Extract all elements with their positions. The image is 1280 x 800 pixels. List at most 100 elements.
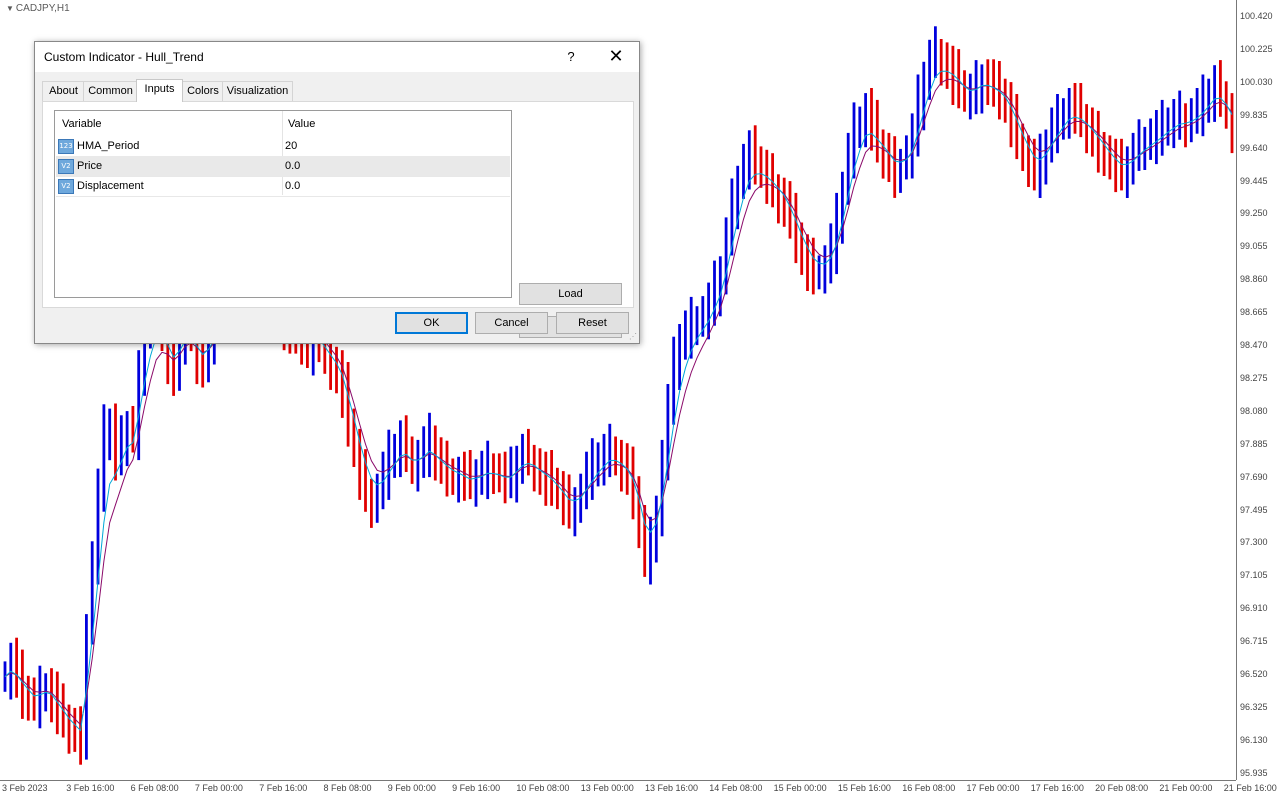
time-tick-label: 15 Feb 16:00 <box>837 783 891 793</box>
price-tick-label: 97.495 <box>1240 504 1268 515</box>
custom-indicator-dialog[interactable]: Custom Indicator - Hull_Trend ? ✕ About … <box>34 41 640 344</box>
tab-visualization[interactable]: Visualization <box>222 81 293 101</box>
resize-grip-icon[interactable]: ⋰ <box>629 333 637 341</box>
bull-bar <box>1056 94 1059 154</box>
bear-bar <box>963 70 966 112</box>
price-tick-label: 98.860 <box>1240 274 1268 285</box>
bull-bar <box>1149 118 1152 160</box>
bull-bar <box>1125 146 1129 198</box>
dialog-title: Custom Indicator - Hull_Trend <box>44 50 204 64</box>
price-tick-label: 99.640 <box>1240 142 1268 153</box>
table-row[interactable]: V2 Price 0.0 <box>56 156 510 177</box>
bull-bar <box>573 487 577 537</box>
table-row[interactable]: 123 HMA_Period 20 <box>56 136 510 157</box>
bear-bar <box>532 444 536 492</box>
bear-bar <box>1114 138 1118 193</box>
bear-bar <box>561 471 565 526</box>
bear-bar <box>172 338 175 396</box>
time-axis[interactable]: 3 Feb 2023 3 Feb 16:00 6 Feb 08:00 7 Feb 00… <box>0 780 1280 800</box>
bear-bar <box>1015 94 1019 160</box>
bull-bar <box>707 282 710 340</box>
column-header-variable[interactable]: Variable <box>62 111 102 135</box>
bull-bar <box>835 192 838 275</box>
bull-bar <box>399 420 402 478</box>
bull-bar <box>590 438 594 500</box>
ok-button[interactable]: OK <box>395 312 468 334</box>
bull-bar <box>1195 88 1199 134</box>
bear-bar <box>614 436 617 476</box>
bull-bar <box>660 439 664 537</box>
bull-bar <box>608 423 612 478</box>
chart-menu-triangle-icon[interactable]: ▼ <box>6 4 14 13</box>
tab-common[interactable]: Common <box>83 81 138 101</box>
bear-bar <box>992 59 995 107</box>
bull-bar <box>108 408 112 461</box>
load-button[interactable]: Load <box>519 283 622 305</box>
integer-type-icon: 123 <box>58 139 74 154</box>
time-tick-label: 7 Feb 00:00 <box>194 783 243 793</box>
bear-bar <box>887 132 891 182</box>
variable-value[interactable]: 0.0 <box>285 156 300 176</box>
time-tick-label: 20 Feb 08:00 <box>1095 783 1149 793</box>
bull-bar <box>509 446 513 499</box>
dialog-titlebar[interactable]: Custom Indicator - Hull_Trend ? ✕ <box>35 42 639 72</box>
bear-bar <box>538 448 542 495</box>
time-tick-label: 17 Feb 00:00 <box>966 783 1020 793</box>
bull-bar <box>1178 90 1182 140</box>
bear-bar <box>445 440 449 497</box>
bear-bar <box>1073 83 1077 134</box>
price-tick-label: 100.030 <box>1240 76 1273 87</box>
double-type-icon: V2 <box>58 159 74 174</box>
bull-bar <box>1044 129 1048 185</box>
time-tick-label: 21 Feb 00:00 <box>1159 783 1213 793</box>
bear-bar <box>1091 107 1094 157</box>
bull-bar <box>585 451 588 510</box>
inputs-panel: Variable Value 123 HMA_Period 20 V2 Pric… <box>42 101 634 338</box>
bear-bar <box>1009 82 1013 148</box>
symbol-text: CADJPY,H1 <box>15 3 70 14</box>
bull-bar <box>980 64 984 114</box>
variable-value[interactable]: 0.0 <box>285 176 300 196</box>
price-tick-label: 97.885 <box>1240 438 1268 449</box>
table-row[interactable]: V2 Displacement 0.0 <box>56 176 510 197</box>
bull-bar <box>1038 133 1042 198</box>
bear-bar <box>1096 110 1100 173</box>
bull-bar <box>1160 99 1164 156</box>
cancel-button[interactable]: Cancel <box>475 312 548 334</box>
bull-bar <box>1166 107 1170 146</box>
bull-bar <box>1207 78 1211 123</box>
variable-value[interactable]: 20 <box>285 136 297 156</box>
time-tick-label: 10 Feb 08:00 <box>516 783 570 793</box>
bear-bar <box>1230 93 1234 154</box>
reset-button[interactable]: Reset <box>556 312 629 334</box>
variable-name: Displacement <box>77 180 144 192</box>
bear-bar <box>986 59 990 105</box>
price-tick-label: 97.300 <box>1240 537 1268 548</box>
bear-bar <box>468 450 472 500</box>
bear-bar <box>497 453 501 493</box>
close-icon[interactable]: ✕ <box>599 42 633 72</box>
bear-bar <box>73 707 77 752</box>
bear-bar <box>1219 60 1222 117</box>
time-tick-label: 3 Feb 16:00 <box>66 783 115 793</box>
bear-bar <box>782 177 786 227</box>
help-button[interactable]: ? <box>557 42 585 72</box>
tab-colors[interactable]: Colors <box>182 81 224 101</box>
bear-bar <box>800 222 804 275</box>
bear-bar <box>544 451 548 506</box>
parameters-table[interactable]: Variable Value 123 HMA_Period 20 V2 Pric… <box>54 110 512 298</box>
bull-bar <box>916 74 920 157</box>
price-tick-label: 98.470 <box>1240 340 1268 350</box>
price-tick-label: 97.105 <box>1240 570 1268 581</box>
column-header-value[interactable]: Value <box>288 111 315 135</box>
tab-inputs[interactable]: Inputs <box>136 79 183 102</box>
tab-about[interactable]: About <box>42 81 85 101</box>
bull-bar <box>1062 98 1065 140</box>
price-axis[interactable]: 100.420 100.225 100.030 99.835 99.640 99.445 9… <box>1236 0 1280 780</box>
price-tick-label: 96.520 <box>1240 669 1268 679</box>
time-tick-label: 13 Feb 00:00 <box>580 783 634 793</box>
time-tick-label: 9 Feb 00:00 <box>387 783 436 793</box>
bear-bar <box>556 467 559 510</box>
bull-bar <box>1213 65 1216 122</box>
price-tick-label: 100.225 <box>1240 43 1273 54</box>
